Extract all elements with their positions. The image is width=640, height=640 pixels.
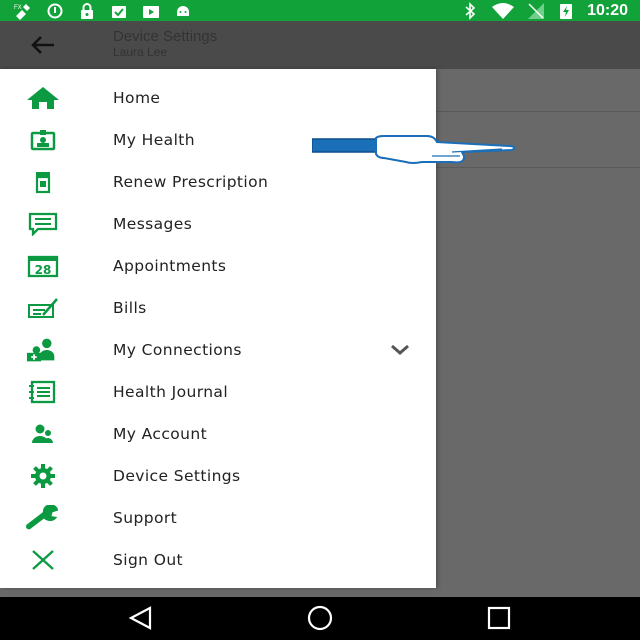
- android-icon: [177, 6, 189, 16]
- drawer-item-label: Appointments: [113, 257, 227, 275]
- wrench-icon: [26, 505, 60, 531]
- chevron-down-icon[interactable]: [390, 343, 410, 357]
- drawer-item-label: Bills: [113, 299, 147, 317]
- account-icon: [26, 421, 60, 447]
- status-time: 10:20: [587, 2, 628, 19]
- app-bar: Device Settings Laura Lee: [0, 21, 640, 69]
- drawer-item-appointments[interactable]: 28 Appointments: [0, 245, 436, 287]
- drawer-item-device-settings[interactable]: Device Settings: [0, 455, 436, 497]
- drawer-item-health-journal[interactable]: Health Journal: [0, 371, 436, 413]
- drawer-item-label: Device Settings: [113, 467, 241, 485]
- drawer-item-label: Renew Prescription: [113, 173, 269, 191]
- back-icon[interactable]: [126, 605, 156, 631]
- app-bar-title: Device Settings: [113, 28, 218, 45]
- chat-icon: [26, 211, 60, 237]
- id-card-icon: [26, 127, 60, 153]
- divider: [436, 111, 640, 112]
- signal-icon: [528, 2, 545, 19]
- media-icon: [143, 6, 159, 18]
- drawer-item-label: Sign Out: [113, 551, 184, 569]
- drawer-item-support[interactable]: Support: [0, 497, 436, 539]
- calendar-icon: 28: [26, 253, 60, 279]
- drawer-item-label: Messages: [113, 215, 193, 233]
- home-button-icon[interactable]: [305, 605, 335, 631]
- drawer-item-label: My Health: [113, 131, 195, 149]
- drawer-item-label: My Connections: [113, 341, 242, 359]
- drawer-item-messages[interactable]: Messages: [0, 203, 436, 245]
- satellite-icon: FX: [14, 4, 30, 20]
- drawer-item-label: Health Journal: [113, 383, 229, 401]
- system-nav-bar: [0, 597, 640, 640]
- bluetooth-icon: [465, 1, 476, 20]
- svg-text:FX: FX: [14, 5, 22, 11]
- svg-text:28: 28: [35, 263, 52, 277]
- drawer-item-label: Support: [113, 509, 178, 527]
- pointing-hand-icon: [312, 135, 516, 164]
- close-icon: [26, 547, 60, 573]
- app-bar-subtitle: Laura Lee: [113, 45, 168, 59]
- pill-bottle-icon: [26, 169, 60, 195]
- drawer-item-my-account[interactable]: My Account: [0, 413, 436, 455]
- drawer-item-label: Home: [113, 89, 161, 107]
- gear-icon: [26, 463, 60, 489]
- info-icon: [47, 3, 63, 19]
- drawer-item-bills[interactable]: Bills: [0, 287, 436, 329]
- recents-icon[interactable]: [484, 605, 514, 631]
- drawer-item-my-connections[interactable]: My Connections: [0, 329, 436, 371]
- drawer-item-sign-out[interactable]: Sign Out: [0, 539, 436, 581]
- drawer-item-label: My Account: [113, 425, 208, 443]
- battery-charging-icon: [560, 3, 573, 19]
- check-bill-icon: [26, 295, 60, 321]
- lock-icon: [81, 3, 93, 19]
- status-bar: FX 10:20: [0, 0, 640, 21]
- connections-icon: [26, 337, 60, 363]
- journal-icon: [26, 379, 60, 405]
- clipboard-check-icon: [112, 6, 126, 18]
- back-arrow-icon[interactable]: [28, 33, 56, 57]
- home-icon: [26, 85, 60, 111]
- drawer-item-home[interactable]: Home: [0, 77, 436, 119]
- wifi-icon: [492, 2, 515, 19]
